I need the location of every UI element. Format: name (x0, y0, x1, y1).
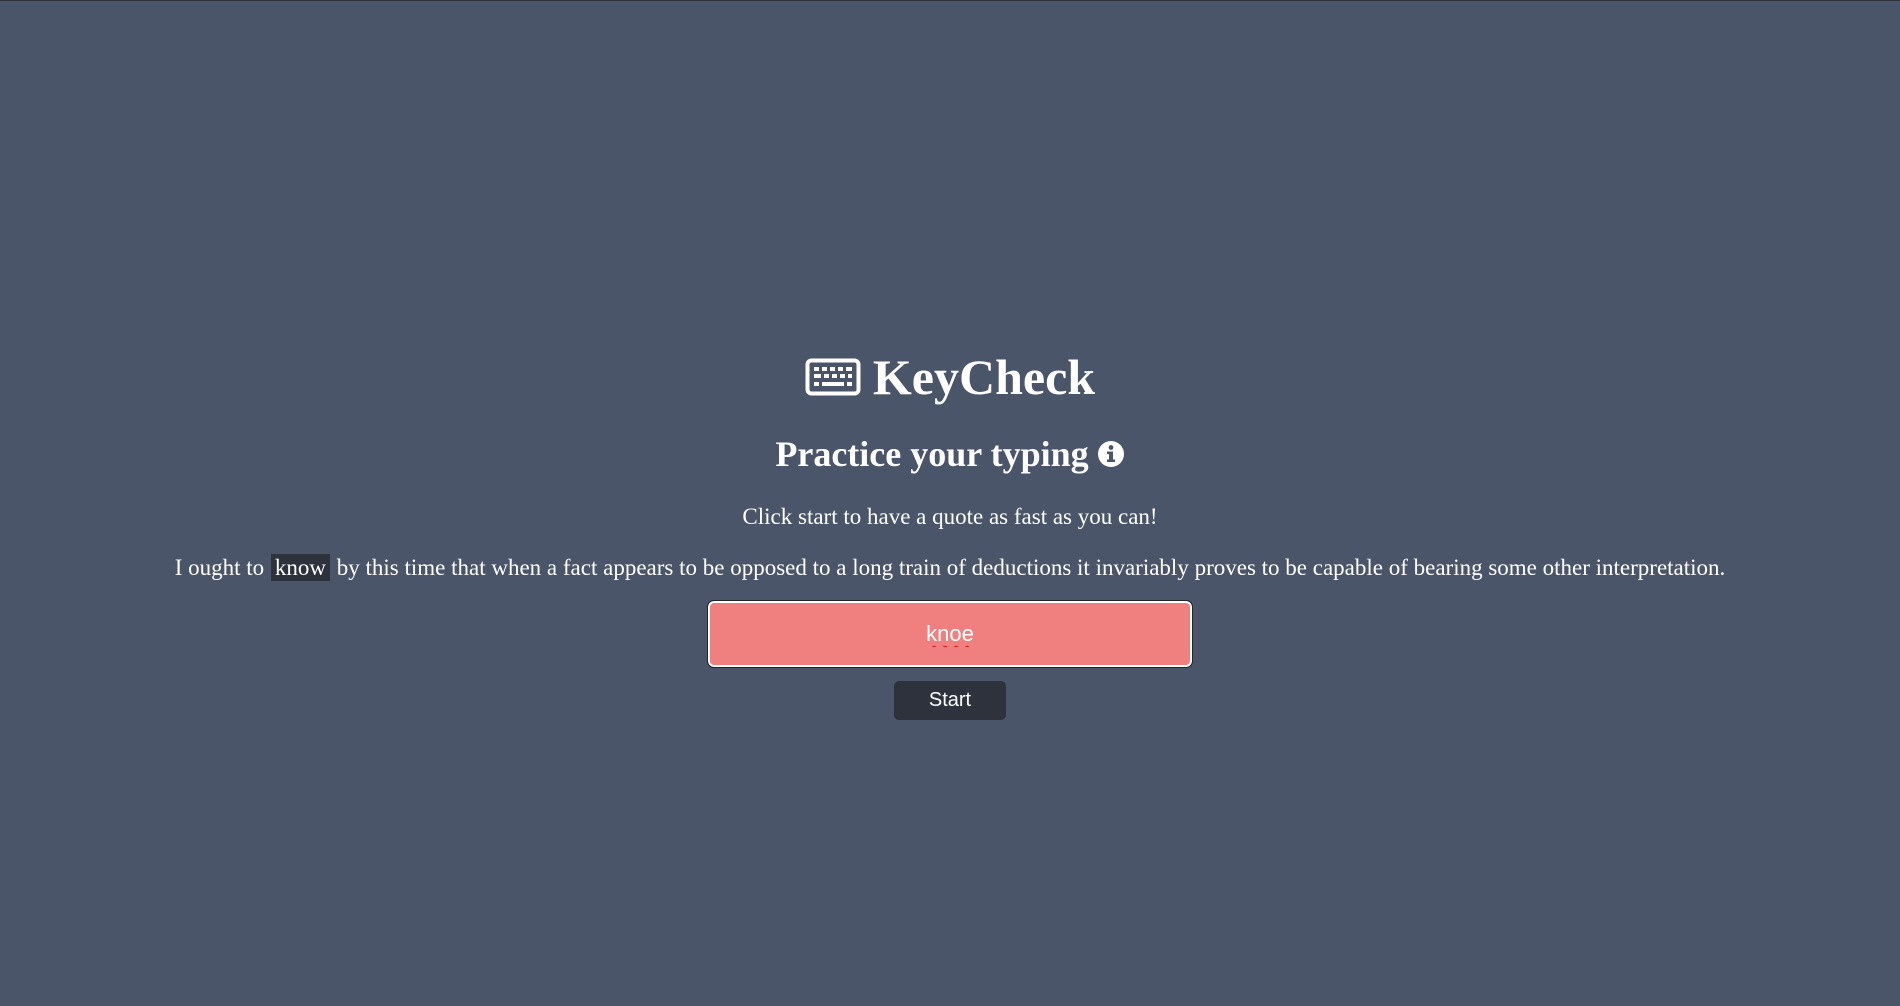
info-icon[interactable] (1097, 440, 1125, 468)
typing-input[interactable] (707, 600, 1193, 669)
app-title: KeyCheck (872, 349, 1096, 405)
quote-current-word: know (270, 553, 331, 581)
quote-before: I ought to (174, 554, 265, 580)
start-button[interactable]: Start (894, 681, 1006, 721)
title-row: KeyCheck (805, 341, 1095, 413)
quote-after: by this time that when a fact appears to… (336, 554, 1726, 580)
instructions-text: Click start to have a quote as fast as y… (742, 504, 1158, 529)
subtitle-row: Practice your typing (775, 429, 1124, 479)
keyboard-icon (805, 358, 861, 396)
app-container: KeyCheck Practice your typing Click star… (0, 341, 1900, 721)
page-subtitle: Practice your typing (775, 434, 1089, 474)
quote-text: I ought to know by this time that when a… (174, 553, 1726, 582)
